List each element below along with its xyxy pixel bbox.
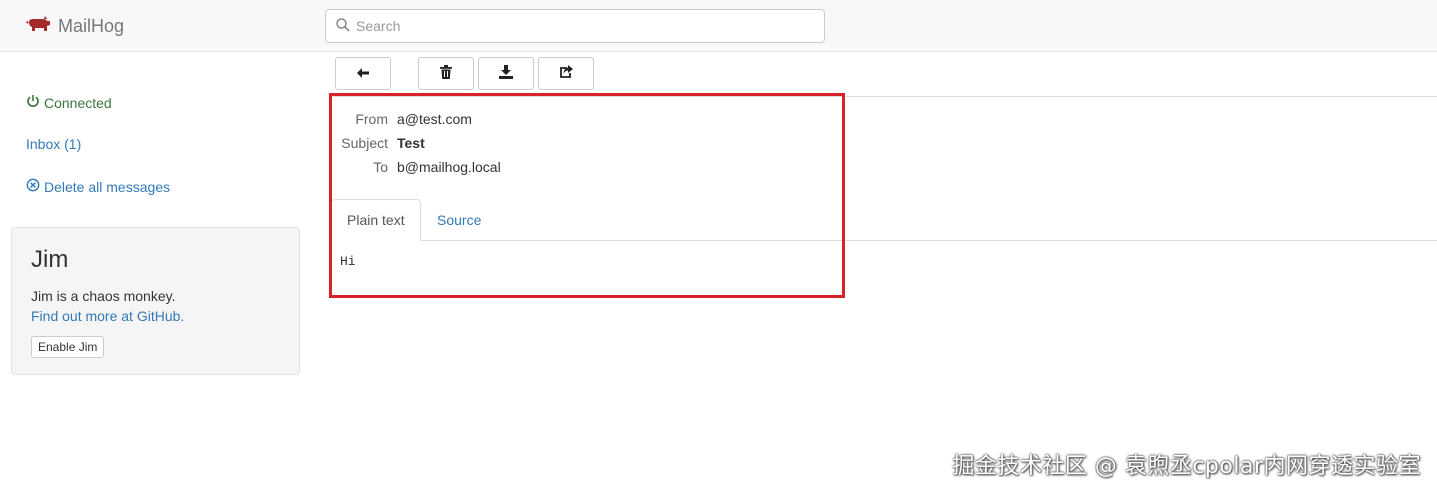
highlight-box (329, 93, 845, 298)
arrow-left-icon (356, 66, 370, 82)
release-button[interactable] (538, 57, 594, 90)
jim-panel: Jim Jim is a chaos monkey. Find out more… (11, 227, 300, 375)
delete-all-label: Delete all messages (44, 178, 171, 195)
jim-github-link[interactable]: Find out more at GitHub. (31, 306, 280, 326)
trash-icon (440, 65, 452, 82)
jim-title: Jim (31, 246, 69, 273)
search-box[interactable] (325, 9, 825, 43)
app-name: MailHog (58, 15, 125, 36)
brand[interactable]: MailHog (26, 14, 124, 38)
sidebar-item-inbox[interactable]: Inbox (1) (26, 136, 81, 152)
download-button[interactable] (478, 57, 534, 90)
share-icon (559, 65, 573, 82)
jim-description: Jim is a chaos monkey. (31, 288, 176, 304)
enable-jim-button[interactable]: Enable Jim (31, 336, 105, 358)
inbox-label: Inbox (1) (26, 136, 82, 152)
delete-button[interactable] (418, 57, 474, 90)
back-button[interactable] (335, 57, 391, 90)
remove-circle-icon (26, 178, 40, 195)
watermark: 掘金技术社区 @ 袁煦丞cpolar内网穿透实验室 (952, 454, 1421, 479)
sidebar-connected-status: Connected (26, 94, 112, 111)
navbar: MailHog (0, 0, 1437, 52)
search-icon (336, 17, 350, 35)
search-input[interactable] (356, 18, 796, 34)
connected-label: Connected (44, 94, 112, 111)
pig-logo-icon (26, 15, 51, 37)
sidebar-item-delete-all[interactable]: Delete all messages (26, 178, 170, 195)
power-icon (26, 94, 40, 111)
download-icon (499, 65, 513, 82)
